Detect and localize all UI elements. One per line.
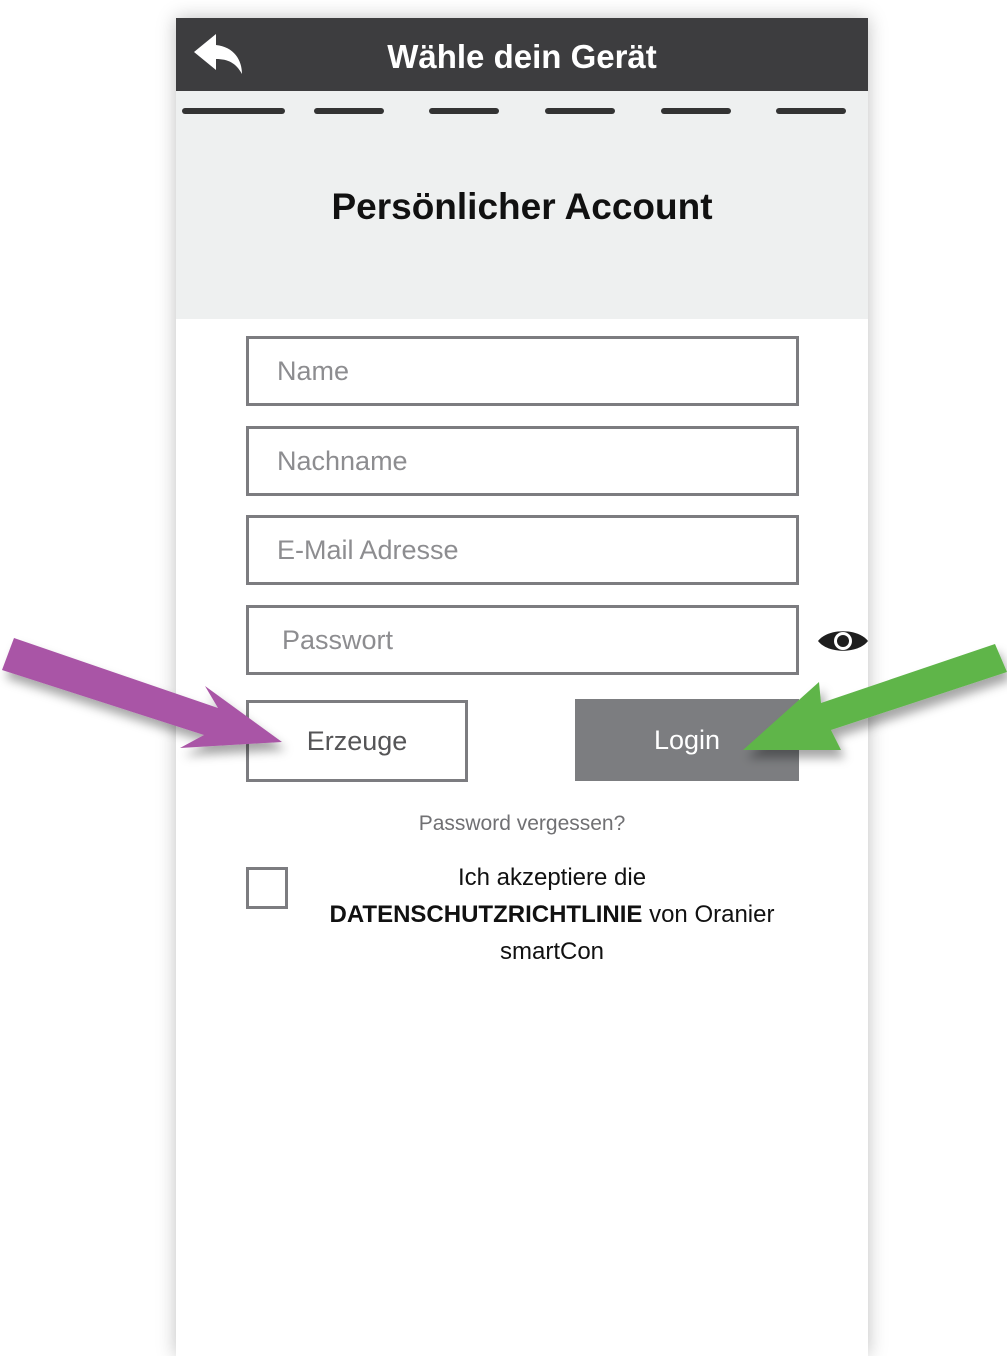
page-title: Wähle dein Gerät xyxy=(387,38,657,75)
privacy-text: Ich akzeptiere die DATENSCHUTZRICHTLINIE… xyxy=(306,859,798,970)
step-1 xyxy=(182,108,285,114)
forgot-password-link[interactable]: Password vergessen? xyxy=(176,812,868,836)
section-title: Persönlicher Account xyxy=(331,186,713,227)
password-field[interactable] xyxy=(246,605,799,675)
privacy-policy-link[interactable]: DATENSCHUTZRICHTLINIE xyxy=(330,901,643,928)
top-bar: Wähle dein Gerät xyxy=(176,18,868,91)
email-field[interactable] xyxy=(246,515,799,585)
privacy-checkbox[interactable] xyxy=(246,867,288,909)
step-5 xyxy=(661,108,731,114)
green-arrow-annotation xyxy=(743,644,1007,750)
lastname-field[interactable] xyxy=(246,426,799,496)
lastname-input[interactable] xyxy=(249,429,796,493)
step-3 xyxy=(429,108,499,114)
name-field[interactable] xyxy=(246,336,799,406)
header-area: Persönlicher Account xyxy=(176,91,868,319)
step-6 xyxy=(776,108,846,114)
step-4 xyxy=(545,108,615,114)
step-2 xyxy=(314,108,384,114)
back-arrow-icon xyxy=(194,34,242,74)
step-indicator xyxy=(182,108,850,116)
purple-arrow-annotation xyxy=(2,638,282,748)
email-input[interactable] xyxy=(249,518,796,582)
password-input[interactable] xyxy=(249,608,796,672)
name-input[interactable] xyxy=(249,339,796,403)
privacy-prefix: Ich akzeptiere die xyxy=(457,864,647,891)
back-button[interactable] xyxy=(192,32,248,78)
